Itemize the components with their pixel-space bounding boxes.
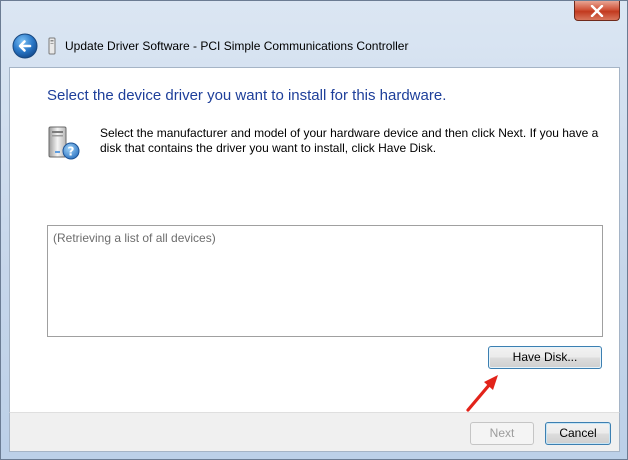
annotation-arrow xyxy=(460,370,510,416)
back-button[interactable] xyxy=(12,33,38,59)
close-icon xyxy=(590,4,604,17)
dialog-content: Select the device driver you want to ins… xyxy=(9,67,620,412)
next-button[interactable]: Next xyxy=(470,422,534,445)
device-manager-icon xyxy=(46,37,58,55)
svg-text:?: ? xyxy=(68,145,75,159)
instruction-text: Select the manufacturer and model of you… xyxy=(100,126,599,155)
dialog-footer: Next Cancel xyxy=(9,412,620,452)
device-list[interactable]: (Retrieving a list of all devices) xyxy=(47,225,603,337)
close-button[interactable] xyxy=(574,1,620,21)
update-driver-window: Update Driver Software - PCI Simple Comm… xyxy=(0,0,628,460)
hardware-question-icon: ? xyxy=(45,125,83,161)
page-heading: Select the device driver you want to ins… xyxy=(47,87,447,104)
have-disk-button[interactable]: Have Disk... xyxy=(488,346,602,369)
window-title: Update Driver Software - PCI Simple Comm… xyxy=(65,39,409,53)
list-item: (Retrieving a list of all devices) xyxy=(53,231,216,245)
dialog-header: Update Driver Software - PCI Simple Comm… xyxy=(1,25,628,67)
back-arrow-icon xyxy=(12,33,38,59)
cancel-button[interactable]: Cancel xyxy=(545,422,611,445)
